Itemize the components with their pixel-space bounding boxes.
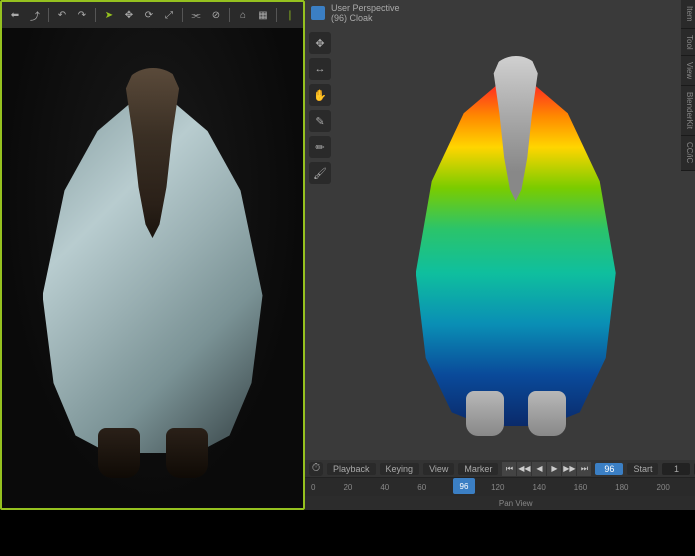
scale-icon[interactable]: ⤢ [160, 6, 178, 24]
sculpt-tool-icon[interactable]: ✋ [309, 84, 331, 106]
move-tool-icon[interactable]: ↔ [309, 58, 331, 80]
left-viewport: ⬅ ⤴ ↶ ↷ ➤ ✥ ⟳ ⤢ ⫘ ⊘ ⌂ ▦ ❘ [0, 0, 305, 510]
tab-ccic[interactable]: CC/iC [681, 136, 695, 170]
export-icon[interactable]: ⤴ [26, 6, 44, 24]
measure-tool-icon[interactable]: ✎ [309, 110, 331, 132]
viewport-header: User Perspective (96) Cloak [305, 0, 695, 26]
brush-tool-icon[interactable]: 🖌 [309, 162, 331, 184]
back-icon[interactable]: ⬅ [6, 6, 24, 24]
perspective-label: User Perspective [331, 3, 400, 13]
select-arrow-icon[interactable]: ➤ [100, 6, 118, 24]
timeline: ⏱ Playback Keying View Marker ⏮ ◀◀ ◀ ▶ ▶… [305, 460, 695, 510]
view-menu[interactable]: View [423, 463, 454, 475]
current-frame[interactable]: 96 [595, 463, 623, 475]
grid-icon[interactable]: ▦ [254, 6, 272, 24]
marker-icon[interactable]: ❘ [281, 6, 299, 24]
playback-menu[interactable]: Playback [327, 463, 376, 475]
annotate-tool-icon[interactable]: ✏ [309, 136, 331, 158]
move-icon[interactable]: ✥ [120, 6, 138, 24]
physics-preview-mesh [416, 66, 616, 436]
start-frame[interactable]: 1 [662, 463, 690, 475]
undo-icon[interactable]: ↶ [53, 6, 71, 24]
object-mode-icon[interactable] [311, 6, 325, 20]
left-toolbar: ⬅ ⤴ ↶ ↷ ➤ ✥ ⟳ ⤢ ⫘ ⊘ ⌂ ▦ ❘ [2, 2, 303, 28]
unlink-icon[interactable]: ⊘ [207, 6, 225, 24]
next-key-icon[interactable]: ▶▶ [562, 462, 576, 476]
link-icon[interactable]: ⫘ [187, 6, 205, 24]
active-object-label: (96) Cloak [331, 13, 400, 23]
redo-icon[interactable]: ↷ [73, 6, 91, 24]
center-column: User Perspective (96) Cloak ✥ ↔ ✋ ✎ ✏ 🖌 [305, 0, 695, 510]
tab-item[interactable]: Item [681, 0, 695, 29]
rotate-icon[interactable]: ⟳ [140, 6, 158, 24]
jump-start-icon[interactable]: ⏮ [502, 462, 516, 476]
tab-view[interactable]: View [681, 56, 695, 86]
timeline-track[interactable]: 0 20 40 60 80 120 140 160 180 200 96 [305, 478, 695, 496]
keying-menu[interactable]: Keying [380, 463, 420, 475]
timeline-mode-icon[interactable]: ⏱ [309, 462, 323, 476]
tab-blenderkit[interactable]: BlenderKit [681, 86, 695, 136]
play-rev-icon[interactable]: ◀ [532, 462, 546, 476]
home-icon[interactable]: ⌂ [234, 6, 252, 24]
prev-key-icon[interactable]: ◀◀ [517, 462, 531, 476]
rendered-preview[interactable] [2, 28, 303, 508]
jump-end-icon[interactable]: ⏭ [577, 462, 591, 476]
cursor-tool-icon[interactable]: ✥ [309, 32, 331, 54]
play-icon[interactable]: ▶ [547, 462, 561, 476]
start-label: Start [627, 463, 658, 475]
status-footer: Pan View [305, 496, 695, 510]
playhead[interactable]: 96 [453, 478, 475, 494]
marker-menu[interactable]: Marker [458, 463, 498, 475]
tool-shelf: ✥ ↔ ✋ ✎ ✏ 🖌 [309, 32, 331, 184]
side-tabs: Item Tool View BlenderKit CC/iC [681, 0, 695, 171]
tab-tool[interactable]: Tool [681, 29, 695, 57]
3d-viewport[interactable]: ✥ ↔ ✋ ✎ ✏ 🖌 🔍 ✥ 📷 ▦ [305, 26, 695, 460]
